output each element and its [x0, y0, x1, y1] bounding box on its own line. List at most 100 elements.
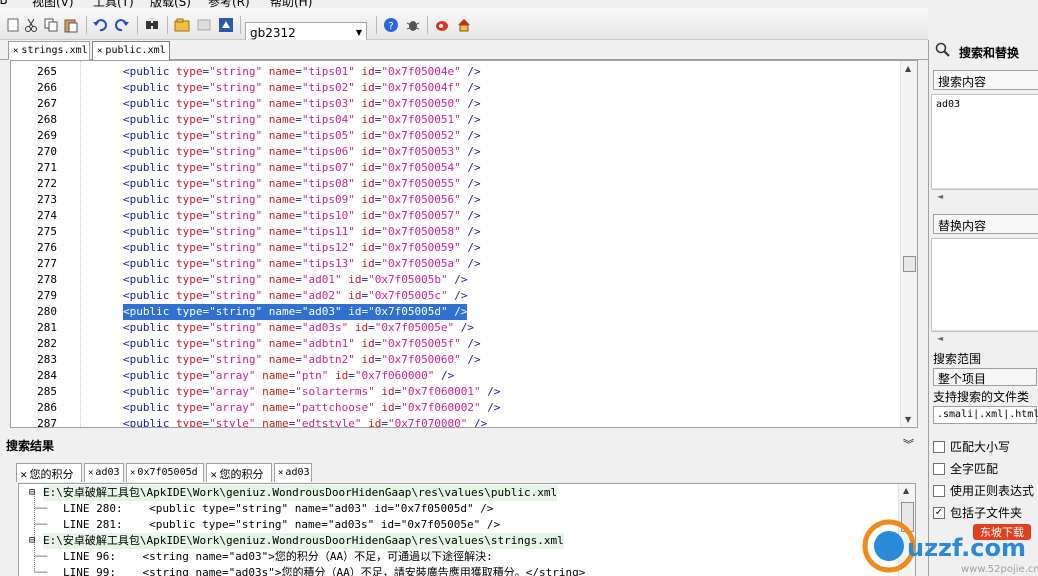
paste-icon[interactable]: [62, 16, 80, 34]
code-line[interactable]: 265 <public type="string" name="tips01" i…: [11, 64, 891, 80]
result-file-node[interactable]: ⊟ E:\安卓破解工具包\ApkIDE\Work\geniuz.WondrousD…: [19, 485, 899, 501]
code-line[interactable]: 278 <public type="string" name="ad01" id=…: [11, 272, 891, 288]
code-line[interactable]: 271 <public type="string" name="tips07" i…: [11, 160, 891, 176]
find-icon[interactable]: [143, 16, 161, 34]
scroll-up-icon[interactable]: ▲: [903, 486, 909, 495]
code-text: <public type="string" name="tips07" id="…: [123, 161, 481, 174]
close-icon[interactable]: ✕: [97, 46, 102, 56]
result-tab-4[interactable]: ✕ 您的积分: [206, 463, 272, 482]
code-line[interactable]: 274 <public type="string" name="tips10" i…: [11, 208, 891, 224]
option-whole-word[interactable]: 全字匹配: [933, 460, 998, 477]
close-icon[interactable]: ✕: [130, 468, 135, 478]
result-tab-1[interactable]: ✕ 您的积分: [16, 463, 82, 482]
result-line[interactable]: ── LINE 281: <public type="string" name="…: [19, 517, 899, 533]
menu-item-file[interactable]: JB: [0, 0, 8, 7]
tab-strings-xml[interactable]: ✕ strings.xml: [8, 41, 90, 60]
scope-select[interactable]: 整个项目: [933, 368, 1037, 386]
line-number: 275: [37, 225, 57, 238]
search-input[interactable]: ad03: [931, 94, 1038, 190]
result-line[interactable]: ── LINE 99: <string name="ad03s">您的積分（AA）…: [19, 565, 899, 576]
collapse-icon[interactable]: ︾: [903, 436, 914, 452]
close-icon[interactable]: ✕: [278, 468, 283, 478]
code-line[interactable]: 287 <public type="style" name="edtstyle" …: [11, 416, 891, 427]
scroll-down-icon[interactable]: ▼: [905, 415, 911, 424]
code-text: <public type="string" name="tips08" id="…: [123, 177, 481, 190]
menu-bar: JB 视图(V) 工具(T) 版载(S) 参考(R) 帮助(H): [0, 0, 1038, 9]
code-line[interactable]: 286 <public type="array" name="pattchoose…: [11, 400, 891, 416]
new-file-icon[interactable]: [4, 16, 22, 34]
open-folder-icon[interactable]: [173, 16, 191, 34]
line-number: 270: [37, 145, 57, 158]
code-line[interactable]: 277 <public type="string" name="tips13" i…: [11, 256, 891, 272]
code-text: <public type="string" name="ad01" id="0x…: [123, 273, 468, 286]
result-line[interactable]: ── LINE 96: <string name="ad03">您的积分（AA）不…: [19, 549, 899, 565]
line-number: 280: [37, 305, 57, 318]
replace-input[interactable]: [931, 238, 1038, 332]
results-title: 搜索结果: [6, 439, 55, 453]
collapse-node-icon[interactable]: ⊟: [29, 485, 35, 501]
collapse-node-icon[interactable]: ⊟: [29, 533, 35, 549]
code-line[interactable]: 275 <public type="string" name="tips11" i…: [11, 224, 891, 240]
code-line[interactable]: 280 <public type="string" name="ad03" id=…: [11, 304, 891, 320]
close-icon[interactable]: ✕: [88, 468, 93, 478]
code-line[interactable]: 285 <public type="array" name="solarterms…: [11, 384, 891, 400]
bug-icon[interactable]: [404, 16, 422, 34]
line-number: 279: [37, 289, 57, 302]
scroll-thumb[interactable]: [901, 502, 914, 532]
code-line[interactable]: 276 <public type="string" name="tips12" i…: [11, 240, 891, 256]
checkbox-checked[interactable]: ✓: [933, 506, 945, 519]
editor-scrollbar[interactable]: ▲ ▼: [900, 61, 917, 427]
close-icon[interactable]: ✕: [210, 471, 218, 481]
code-line[interactable]: 282 <public type="string" name="adbtn1" i…: [11, 336, 891, 352]
tab-public-xml[interactable]: ✕ public.xml: [92, 41, 170, 60]
code-line[interactable]: 269 <public type="string" name="tips05" i…: [11, 128, 891, 144]
results-tree[interactable]: ⊟ E:\安卓破解工具包\ApkIDE\Work\geniuz.WondrousD…: [18, 483, 916, 576]
scroll-up-icon[interactable]: ▲: [905, 64, 911, 73]
redo-icon[interactable]: [113, 16, 131, 34]
result-line-text: LINE 96: <string name="ad03">您的积分（AA）不足，…: [63, 550, 493, 563]
undo-icon[interactable]: [91, 16, 109, 34]
code-line[interactable]: 279 <public type="string" name="ad02" id=…: [11, 288, 891, 304]
disabled-icon: [195, 16, 213, 34]
search-results-panel: 搜索结果 ︾ ✕ 您的积分 ✕ ad03 ✕ 0x7f05005d ✕ 您的积分 ✕ ad…: [0, 433, 928, 576]
file-types-input[interactable]: .smali|.xml|.html: [933, 406, 1038, 424]
code-line[interactable]: 268 <public type="string" name="tips04" i…: [11, 112, 891, 128]
line-number: 281: [37, 321, 57, 334]
checkbox[interactable]: [933, 484, 945, 497]
cut-icon[interactable]: [22, 16, 40, 34]
weibo-icon[interactable]: [433, 16, 451, 34]
code-line[interactable]: 281 <public type="string" name="ad03s" id…: [11, 320, 891, 336]
line-number: 266: [37, 81, 57, 94]
encoding-value: gb2312: [250, 26, 296, 40]
code-line[interactable]: 284 <public type="array" name="ptn" id="0…: [11, 368, 891, 384]
results-scrollbar[interactable]: ▲: [898, 484, 915, 576]
home-icon[interactable]: [455, 16, 473, 34]
chevron-down-icon: ▼: [355, 28, 362, 37]
toolbar: gb2312 ▼ ?: [0, 8, 928, 44]
close-icon[interactable]: ✕: [13, 46, 18, 56]
code-line[interactable]: 273 <public type="string" name="tips09" i…: [11, 192, 891, 208]
option-match-case[interactable]: 匹配大小写: [933, 438, 1010, 455]
code-line[interactable]: 272 <public type="string" name="tips08" i…: [11, 176, 891, 192]
result-tab-5[interactable]: ✕ ad03: [274, 463, 312, 482]
code-editor[interactable]: 265 <public type="string" name="tips01" i…: [10, 60, 918, 428]
search-hscroll[interactable]: ◄: [931, 188, 1038, 204]
scroll-thumb[interactable]: [903, 256, 916, 272]
help-icon[interactable]: ?: [382, 16, 400, 34]
result-tab-3[interactable]: ✕ 0x7f05005d: [126, 463, 204, 482]
result-file-node[interactable]: ⊟ E:\安卓破解工具包\ApkIDE\Work\geniuz.WondrousD…: [19, 533, 899, 549]
code-line[interactable]: 266 <public type="string" name="tips02" i…: [11, 80, 891, 96]
code-line[interactable]: 267 <public type="string" name="tips03" i…: [11, 96, 891, 112]
checkbox[interactable]: [933, 462, 945, 475]
compile-icon[interactable]: [217, 16, 235, 34]
result-line[interactable]: ── LINE 280: <public type="string" name="…: [19, 501, 899, 517]
replace-hscroll[interactable]: ◄: [931, 330, 1038, 346]
close-icon[interactable]: ✕: [20, 471, 28, 481]
result-tab-2[interactable]: ✕ ad03: [84, 463, 124, 482]
code-line[interactable]: 283 <public type="string" name="adbtn2" i…: [11, 352, 891, 368]
option-subfolders[interactable]: ✓ 包括子文件夹: [933, 504, 1022, 521]
option-regex[interactable]: 使用正则表达式: [933, 482, 1034, 499]
copy-icon[interactable]: [42, 16, 60, 34]
checkbox[interactable]: [933, 440, 945, 453]
code-line[interactable]: 270 <public type="string" name="tips06" i…: [11, 144, 891, 160]
